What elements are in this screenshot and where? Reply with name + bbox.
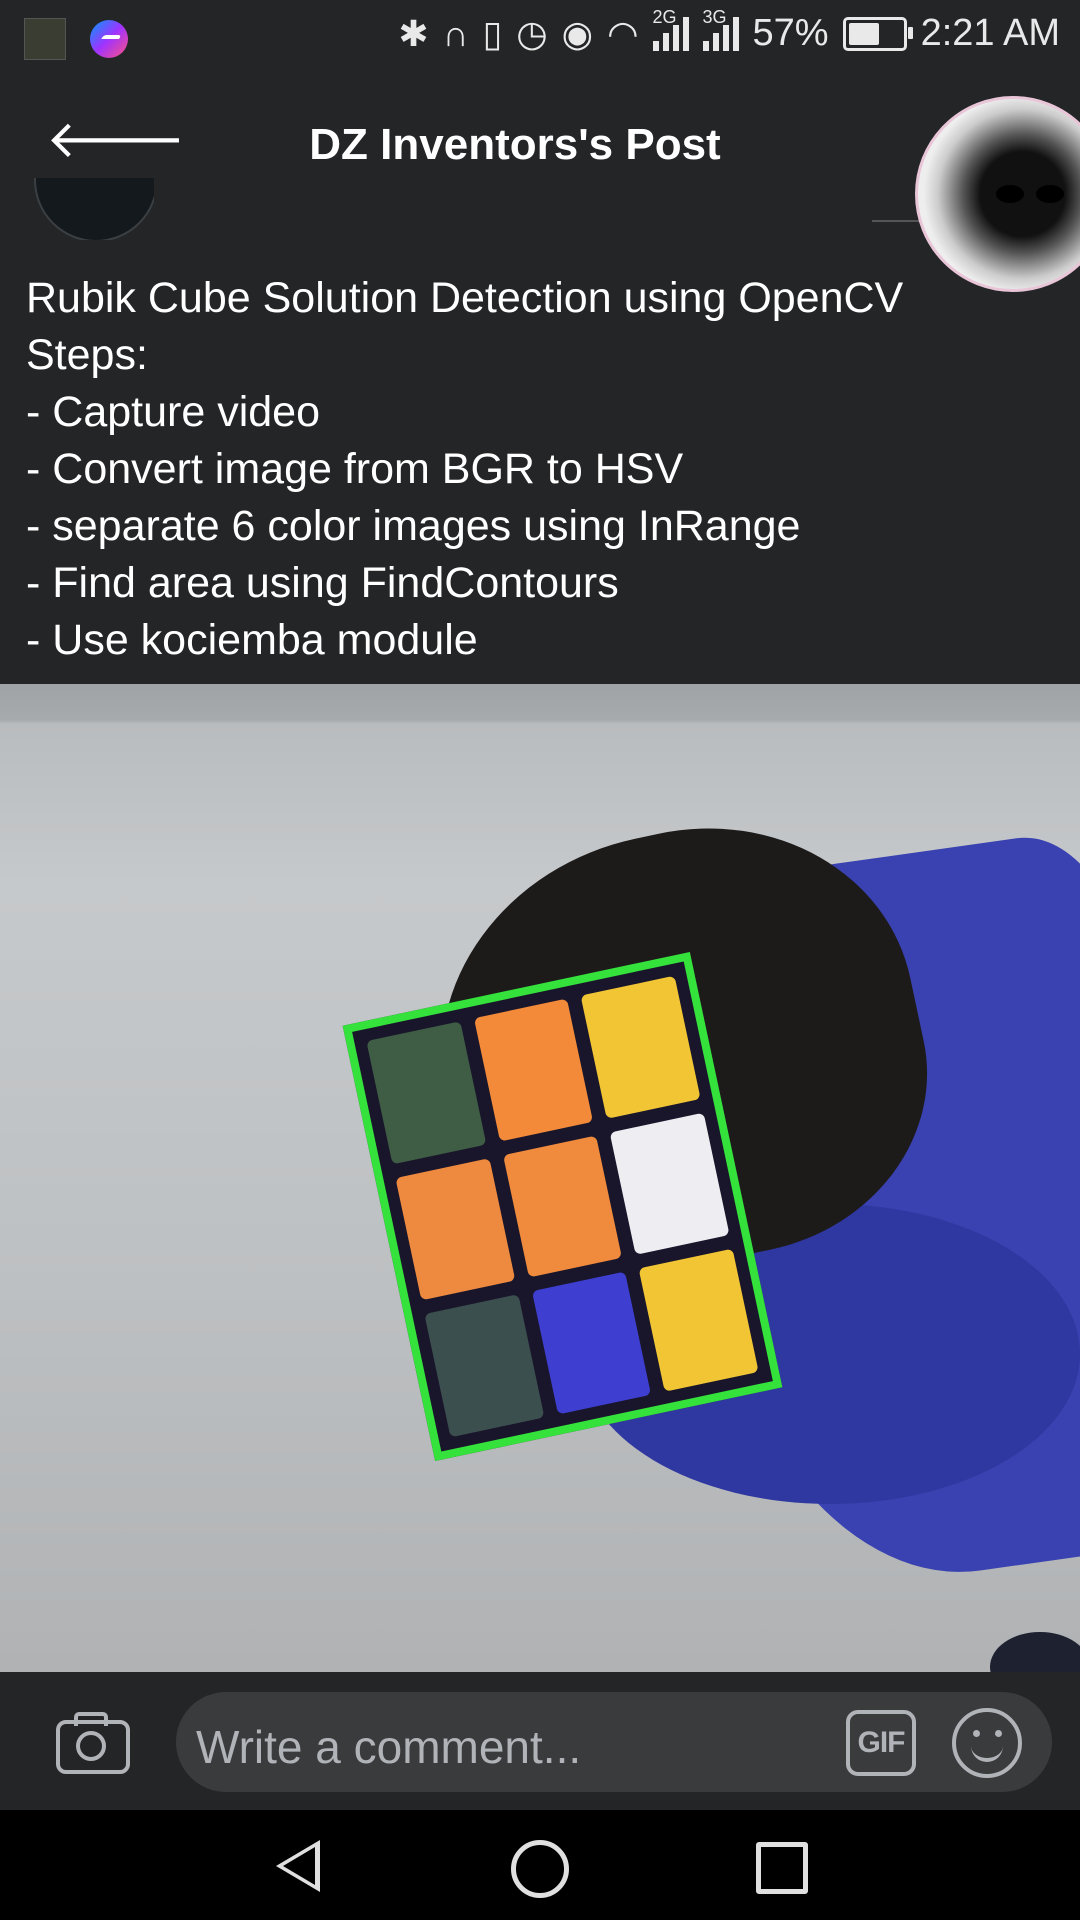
network-3g-label: 3G	[702, 6, 727, 27]
system-nav-bar	[0, 1810, 1080, 1920]
comment-placeholder: Write a comment...	[196, 1721, 582, 1773]
signal-2g: 2G	[652, 7, 689, 51]
vibrate-icon: ▯	[482, 12, 503, 54]
network-2g-label: 2G	[652, 6, 677, 27]
nav-back-icon[interactable]	[276, 1840, 320, 1892]
cube-tile	[531, 1271, 652, 1415]
cube-tile	[580, 975, 701, 1119]
emoji-icon[interactable]	[952, 1708, 1022, 1778]
messenger-icon	[90, 20, 128, 58]
author-avatar[interactable]	[34, 178, 154, 240]
eye-comfort-icon: ◉	[561, 12, 594, 54]
battery-icon	[842, 16, 913, 51]
video-control-icon[interactable]	[990, 1632, 1080, 1672]
post-line: - Find area using FindContours	[26, 559, 619, 607]
nav-home-icon[interactable]	[511, 1840, 569, 1898]
nav-recents-icon[interactable]	[756, 1842, 808, 1894]
status-time: 2:21 AM	[920, 12, 1060, 54]
status-left	[24, 18, 128, 60]
cube-tile	[473, 998, 594, 1142]
gallery-thumbnail-icon	[24, 18, 66, 60]
cube-tile	[502, 1135, 623, 1278]
post-body: Rubik Cube Solution Detection using Open…	[26, 270, 1066, 669]
cube-tile	[609, 1112, 730, 1256]
post-video[interactable]	[0, 684, 1080, 1672]
cube-tile	[424, 1294, 545, 1438]
headphones-icon: ∩	[442, 12, 469, 54]
comment-input[interactable]: Write a comment... GIF	[176, 1692, 1052, 1792]
camera-icon[interactable]	[56, 1708, 130, 1774]
status-right: ✱ ∩ ▯ ◷ ◉ ◠ 2G 3G 57% 2:21 AM	[398, 7, 1060, 55]
cube-tile	[366, 1021, 487, 1165]
camera-lens	[76, 1731, 106, 1761]
avatar-eye-left	[996, 185, 1024, 203]
signal-3g: 3G	[702, 7, 739, 51]
comment-bar: Write a comment... GIF	[0, 1672, 1080, 1810]
bluetooth-icon: ✱	[398, 12, 429, 54]
post-line: - Capture video	[26, 388, 320, 436]
avatar-eye-right	[1036, 185, 1064, 203]
post-line: Steps:	[26, 331, 148, 379]
post-line: - separate 6 color images using InRange	[26, 502, 801, 550]
battery-percent: 57%	[752, 12, 829, 54]
post-line: Rubik Cube Solution Detection using Open…	[26, 274, 904, 322]
wifi-icon: ◠	[607, 12, 639, 54]
gif-icon[interactable]: GIF	[846, 1710, 916, 1776]
cube-tile	[638, 1248, 759, 1392]
status-bar: ✱ ∩ ▯ ◷ ◉ ◠ 2G 3G 57% 2:21 AM	[0, 0, 1080, 74]
post-line: - Convert image from BGR to HSV	[26, 445, 684, 493]
post-line: - Use kociemba module	[26, 616, 478, 664]
cube-tile	[395, 1157, 516, 1301]
battery-fill	[848, 22, 879, 45]
alarm-icon: ◷	[516, 12, 548, 54]
page-title: DZ Inventors's Post	[309, 120, 721, 169]
